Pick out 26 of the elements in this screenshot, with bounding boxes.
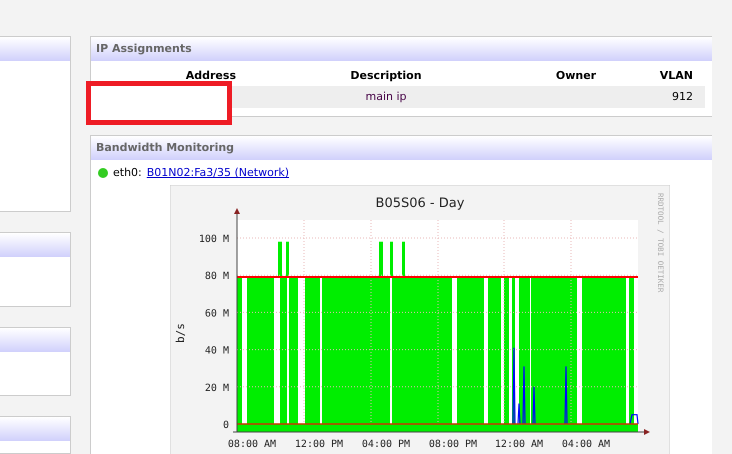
column-header: Address [91, 67, 236, 86]
table-cell: main ip [236, 86, 536, 108]
x-tick-label: 12:00 AM [494, 439, 544, 450]
table-cell: 912 [616, 86, 705, 108]
side-panel [0, 327, 71, 396]
panel-title: Bandwidth Monitoring [91, 136, 712, 160]
side-panel [0, 416, 71, 454]
interface-name: eth0: [113, 166, 142, 179]
column-header: Owner [536, 67, 616, 86]
y-tick-label: 40 M [204, 346, 229, 357]
y-tick-label: 60 M [204, 308, 229, 320]
graph-title: B05S06 - Day [376, 196, 464, 211]
x-tick-label: 08:00 PM [428, 439, 478, 450]
panel-title: IP Assignments [91, 37, 712, 61]
y-tick-label: 100 M [198, 234, 229, 245]
interface-link[interactable]: B01N02:Fa3/35 (Network) [146, 166, 290, 179]
y-tick-label: 80 M [204, 271, 229, 282]
y-axis-label: b/s [174, 323, 187, 343]
column-header: VLAN [616, 67, 705, 86]
x-tick-label: 04:00 AM [562, 439, 610, 450]
y-tick-label: 20 M [204, 382, 229, 394]
y-tick-label: 0 [222, 420, 229, 431]
x-tick-label: 08:00 AM [228, 439, 276, 450]
column-header: Description [236, 67, 536, 86]
x-tick-label: 12:00 PM [294, 439, 344, 450]
x-tick-label: 04:00 PM [362, 439, 410, 450]
